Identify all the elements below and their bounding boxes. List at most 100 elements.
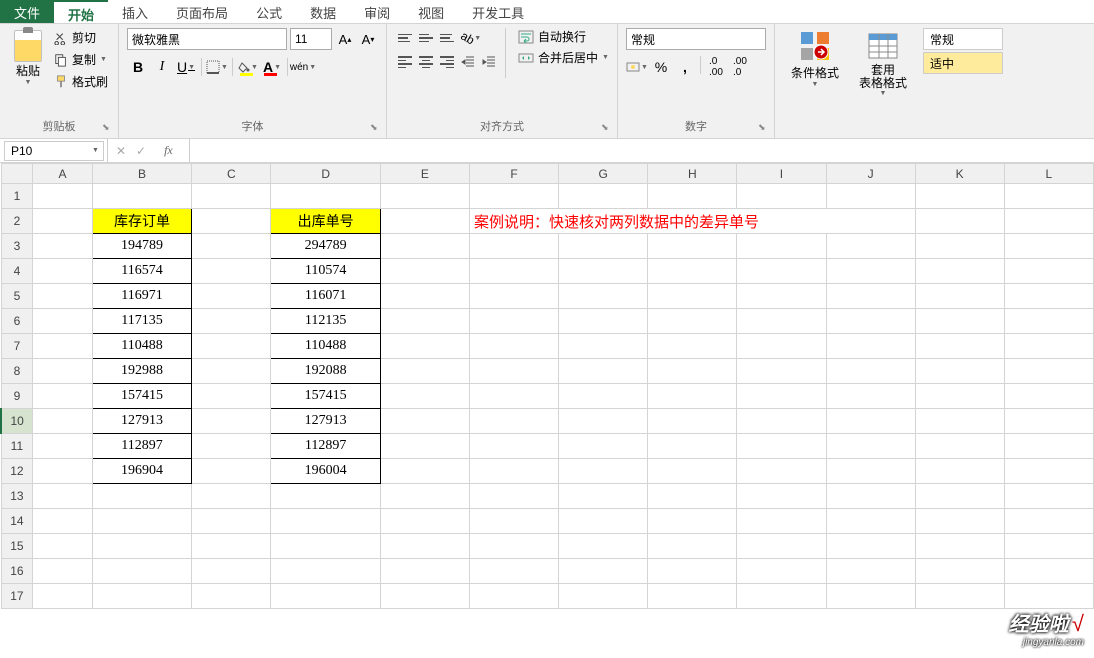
cell[interactable] xyxy=(33,559,92,584)
cell[interactable] xyxy=(915,434,1004,459)
phonetic-button[interactable]: wén▼ xyxy=(292,56,314,78)
comma-button[interactable]: , xyxy=(674,56,696,78)
cell[interactable] xyxy=(380,409,469,434)
cell-D8[interactable]: 192088 xyxy=(271,359,380,384)
cell[interactable] xyxy=(826,259,915,284)
cell[interactable] xyxy=(469,359,558,384)
cell[interactable] xyxy=(33,234,92,259)
cell[interactable] xyxy=(380,234,469,259)
cell-B9[interactable]: 157415 xyxy=(92,384,191,409)
cell[interactable] xyxy=(737,409,826,434)
cell[interactable] xyxy=(915,209,1004,234)
cell[interactable] xyxy=(380,559,469,584)
cell[interactable] xyxy=(915,234,1004,259)
cell[interactable] xyxy=(1004,184,1093,209)
cell[interactable] xyxy=(559,284,648,309)
cell[interactable] xyxy=(380,259,469,284)
cell[interactable] xyxy=(33,434,92,459)
cell[interactable] xyxy=(1004,209,1093,234)
cell[interactable] xyxy=(92,509,191,534)
cell[interactable] xyxy=(737,584,826,609)
number-format-select[interactable] xyxy=(626,28,766,50)
cell[interactable] xyxy=(271,484,380,509)
row-header-13[interactable]: 13 xyxy=(1,484,33,509)
format-table-button[interactable]: 套用 表格格式 ▼ xyxy=(851,28,915,136)
row-header-7[interactable]: 7 xyxy=(1,334,33,359)
cell-D9[interactable]: 157415 xyxy=(271,384,380,409)
row-header-15[interactable]: 15 xyxy=(1,534,33,559)
row-header-3[interactable]: 3 xyxy=(1,234,33,259)
cell[interactable] xyxy=(826,434,915,459)
cell[interactable] xyxy=(33,509,92,534)
indent-increase-button[interactable] xyxy=(479,52,499,72)
row-header-14[interactable]: 14 xyxy=(1,509,33,534)
cell[interactable] xyxy=(559,184,648,209)
cell[interactable] xyxy=(826,384,915,409)
cell[interactable] xyxy=(648,334,737,359)
name-box-dropdown[interactable]: ▼ xyxy=(92,147,99,154)
cell[interactable] xyxy=(380,359,469,384)
cell[interactable] xyxy=(648,184,737,209)
cell[interactable] xyxy=(737,234,826,259)
col-header-I[interactable]: I xyxy=(737,164,826,184)
col-header-G[interactable]: G xyxy=(559,164,648,184)
cell[interactable] xyxy=(380,434,469,459)
row-header-4[interactable]: 4 xyxy=(1,259,33,284)
cell-B6[interactable]: 117135 xyxy=(92,309,191,334)
cell[interactable] xyxy=(648,434,737,459)
cell-D7[interactable]: 110488 xyxy=(271,334,380,359)
cell[interactable] xyxy=(192,359,271,384)
cell[interactable] xyxy=(192,234,271,259)
cell[interactable] xyxy=(826,534,915,559)
cell[interactable] xyxy=(469,534,558,559)
cell[interactable] xyxy=(192,309,271,334)
cell[interactable] xyxy=(826,484,915,509)
row-header-17[interactable]: 17 xyxy=(1,584,33,609)
tab-home[interactable]: 开始 xyxy=(54,0,108,23)
format-painter-button[interactable]: 格式刷 xyxy=(52,72,110,91)
style-good[interactable]: 适中 xyxy=(923,52,1003,74)
cell[interactable] xyxy=(192,184,271,209)
fx-icon[interactable]: fx xyxy=(156,143,181,158)
cell[interactable] xyxy=(915,284,1004,309)
cell[interactable] xyxy=(192,209,271,234)
cell[interactable] xyxy=(737,284,826,309)
cell[interactable] xyxy=(92,484,191,509)
cell[interactable] xyxy=(469,484,558,509)
cell[interactable] xyxy=(559,384,648,409)
cell[interactable] xyxy=(737,334,826,359)
cell[interactable] xyxy=(1004,509,1093,534)
cell[interactable] xyxy=(380,284,469,309)
cell[interactable] xyxy=(1004,259,1093,284)
row-header-12[interactable]: 12 xyxy=(1,459,33,484)
cell[interactable] xyxy=(559,534,648,559)
row-header-9[interactable]: 9 xyxy=(1,384,33,409)
cell[interactable] xyxy=(915,384,1004,409)
col-header-D[interactable]: D xyxy=(271,164,380,184)
align-middle-button[interactable] xyxy=(416,28,436,48)
cell-B5[interactable]: 116971 xyxy=(92,284,191,309)
cell[interactable] xyxy=(33,534,92,559)
border-button[interactable]: ▼ xyxy=(206,56,228,78)
tab-insert[interactable]: 插入 xyxy=(108,0,162,23)
font-name-select[interactable] xyxy=(127,28,287,50)
explain-cell[interactable]: 案例说明：快速核对两列数据中的差异单号 xyxy=(469,209,915,234)
cell[interactable] xyxy=(1004,434,1093,459)
col-header-H[interactable]: H xyxy=(648,164,737,184)
align-right-button[interactable] xyxy=(437,52,457,72)
cell[interactable] xyxy=(192,559,271,584)
increase-decimal-button[interactable]: .0.00 xyxy=(705,56,727,78)
row-header-8[interactable]: 8 xyxy=(1,359,33,384)
conditional-format-button[interactable]: 条件格式 ▼ xyxy=(783,28,847,136)
cell[interactable] xyxy=(559,459,648,484)
cell[interactable] xyxy=(192,384,271,409)
cell-D4[interactable]: 110574 xyxy=(271,259,380,284)
merge-center-button[interactable]: 合并后居中 ▼ xyxy=(518,49,609,66)
cell[interactable] xyxy=(559,584,648,609)
cell-D11[interactable]: 112897 xyxy=(271,434,380,459)
cell[interactable] xyxy=(915,309,1004,334)
cell[interactable] xyxy=(92,584,191,609)
cell[interactable] xyxy=(271,534,380,559)
cell[interactable] xyxy=(92,559,191,584)
tab-review[interactable]: 审阅 xyxy=(350,0,404,23)
